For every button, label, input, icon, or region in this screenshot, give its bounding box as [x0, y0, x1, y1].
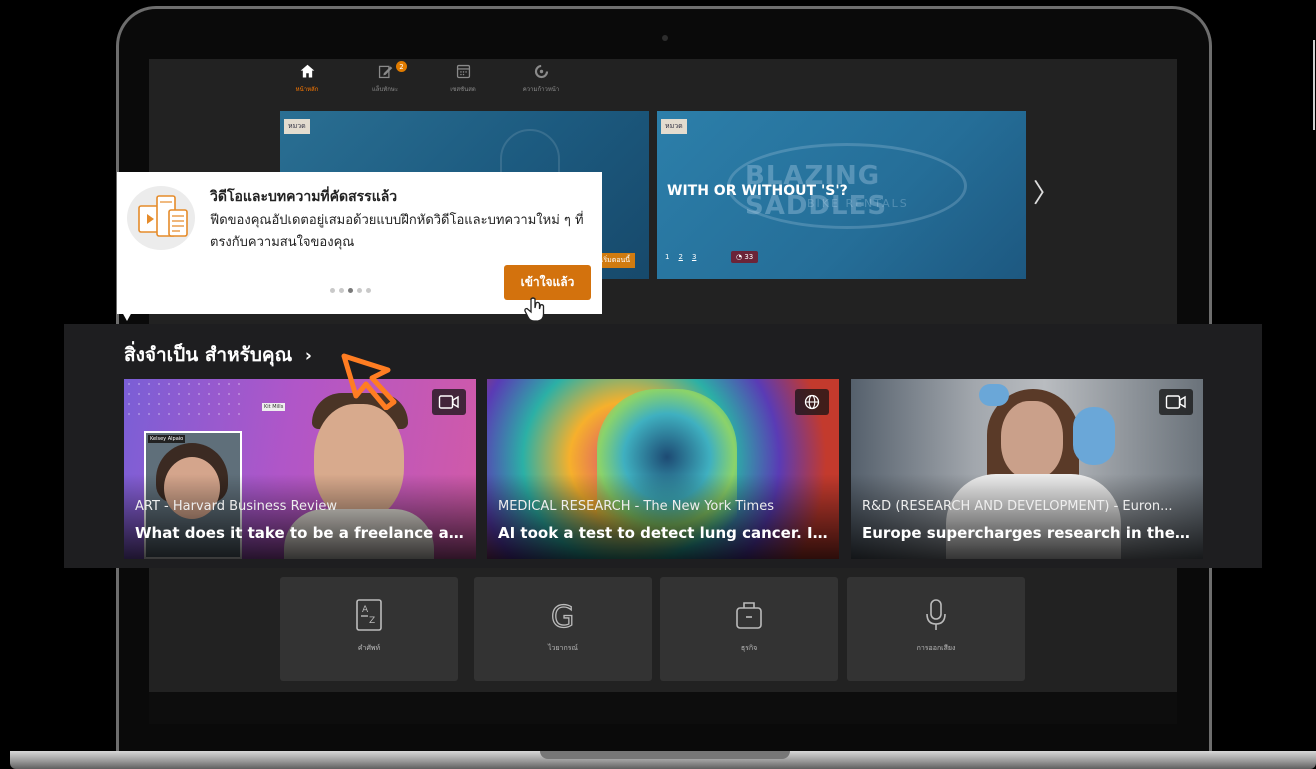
- page-number[interactable]: 2: [678, 253, 682, 261]
- hero-title: WITH OR WITHOUT 'S'?: [667, 183, 848, 199]
- svg-text:A: A: [362, 605, 369, 615]
- card-category: ART - Harvard Business Review: [135, 499, 337, 514]
- step-dot[interactable]: [357, 288, 362, 293]
- guest-name-label: Kelsey Alpaio: [148, 435, 186, 443]
- nav-item-home[interactable]: หน้าหลัก: [279, 63, 335, 94]
- tile-label: ไวยากรณ์: [548, 644, 578, 652]
- card-title: What does it take to be a freelance arti…: [135, 524, 465, 542]
- card-gradient: [487, 474, 839, 559]
- card-category: R&D (RESEARCH AND DEVELOPMENT) - Euron..…: [862, 499, 1173, 514]
- tile-business[interactable]: ธุรกิจ: [660, 577, 838, 681]
- card-title: AI took a test to detect lung cancer. It…: [498, 524, 828, 542]
- hero-pagination: 1 2 3: [665, 253, 696, 261]
- card-category: MEDICAL RESEARCH - The New York Times: [498, 499, 774, 514]
- content-card-2[interactable]: MEDICAL RESEARCH - The New York Times AI…: [487, 379, 839, 559]
- hero-tag: หมวด: [661, 119, 687, 134]
- dictionary-icon: AZ: [356, 599, 382, 631]
- nav-item-label: เซสชันสด: [450, 86, 476, 93]
- tile-pronunciation[interactable]: การออกเสียง: [847, 577, 1025, 681]
- tooltip-title: วิดีโอและบทความที่คัดสรรแล้ว: [210, 189, 398, 205]
- nav-item-skill-lab[interactable]: 2 แล็บทักษะ: [357, 61, 413, 94]
- content-card-1[interactable]: Kit Mills Kelsey Alpaio ART - Harvard Bu…: [124, 379, 476, 559]
- window-edge: [1313, 40, 1315, 130]
- tile-label: คำศัพท์: [357, 644, 381, 652]
- nav-item-label: หน้าหลัก: [295, 86, 319, 93]
- tooltip-body: ฟีดของคุณอัปเดตอยู่เสมอด้วยแบบฝึกหัดวิดี…: [210, 213, 584, 250]
- tile-vocabulary[interactable]: AZ คำศัพท์: [280, 577, 458, 681]
- progress-ring-icon: [534, 64, 548, 79]
- dot-pattern: [124, 379, 244, 419]
- orange-arrow-cursor-icon: [341, 353, 397, 410]
- tooltip-pointer: [122, 312, 132, 321]
- grammar-g-icon: G: [550, 599, 575, 633]
- tile-label: ธุรกิจ: [740, 644, 758, 652]
- nav-item-live-sessions[interactable]: เซสชันสด: [435, 63, 491, 94]
- onboarding-tooltip: วิดีโอและบทความที่คัดสรรแล้ว ฟีดของคุณอั…: [117, 172, 602, 314]
- nav-item-label: แล็บทักษะ: [371, 86, 399, 93]
- microphone-icon: [926, 599, 946, 630]
- notification-badge: 2: [396, 61, 407, 72]
- scientist-face: [1001, 401, 1063, 479]
- step-dot[interactable]: [366, 288, 371, 293]
- gloved-hand: [979, 384, 1009, 406]
- top-nav: หน้าหลัก 2 แล็บทักษะ เซสชันสด ความก้าวหน…: [279, 61, 569, 94]
- for-you-section: สิ่งจำเป็น สำหรับคุณ › Kit Mills Kelsey …: [64, 324, 1262, 568]
- got-it-button[interactable]: เข้าใจแล้ว: [504, 265, 591, 300]
- card-gradient: [851, 474, 1203, 559]
- page-number[interactable]: 1: [665, 253, 669, 261]
- svg-text:Z: Z: [369, 616, 375, 626]
- nav-item-label: ความก้าวหน้า: [522, 86, 560, 93]
- chevron-right-icon[interactable]: 〉: [1033, 173, 1059, 210]
- speaker-label: Kit Mills: [262, 403, 286, 411]
- screen-bottom-strip: [149, 692, 1177, 724]
- calendar-icon: [456, 64, 470, 79]
- section-title-link[interactable]: สิ่งจำเป็น สำหรับคุณ ›: [124, 340, 312, 370]
- gloved-hand: [1073, 407, 1115, 465]
- tile-label: การออกเสียง: [916, 644, 956, 652]
- globe-icon: [795, 389, 829, 415]
- video-icon: [1159, 389, 1193, 415]
- video-icon: [432, 389, 466, 415]
- hero-card-2[interactable]: BLAZING SADDLES BIKE RENTALS หมวด WITH O…: [657, 111, 1026, 279]
- step-dot[interactable]: [330, 288, 335, 293]
- hand-cursor-icon: [524, 297, 545, 322]
- tooltip-step-indicator: [330, 288, 371, 293]
- page-number[interactable]: 3: [692, 253, 696, 261]
- laptop-hinge-notch: [540, 751, 790, 759]
- home-icon: [300, 64, 314, 78]
- card-title: Europe supercharges research in the batt…: [862, 524, 1192, 542]
- webcam: [662, 35, 668, 41]
- section-title: สิ่งจำเป็น สำหรับคุณ: [124, 344, 293, 366]
- svg-text:G: G: [551, 600, 574, 633]
- chevron-right-icon: ›: [304, 346, 312, 366]
- tile-grammar[interactable]: G ไวยากรณ์: [474, 577, 652, 681]
- nav-item-progress[interactable]: ความก้าวหน้า: [513, 63, 569, 94]
- hero-tag: หมวด: [284, 119, 310, 134]
- step-dot[interactable]: [339, 288, 344, 293]
- edit-note-icon: [378, 65, 392, 79]
- card-gradient: [124, 474, 476, 559]
- content-card-3[interactable]: R&D (RESEARCH AND DEVELOPMENT) - Euron..…: [851, 379, 1203, 559]
- step-dot-active[interactable]: [348, 288, 353, 293]
- lesson-count: 33: [744, 253, 754, 261]
- briefcase-icon: [736, 602, 762, 629]
- articles-illustration-icon: [127, 186, 195, 250]
- lesson-count-badge: ◔ 33: [731, 251, 759, 263]
